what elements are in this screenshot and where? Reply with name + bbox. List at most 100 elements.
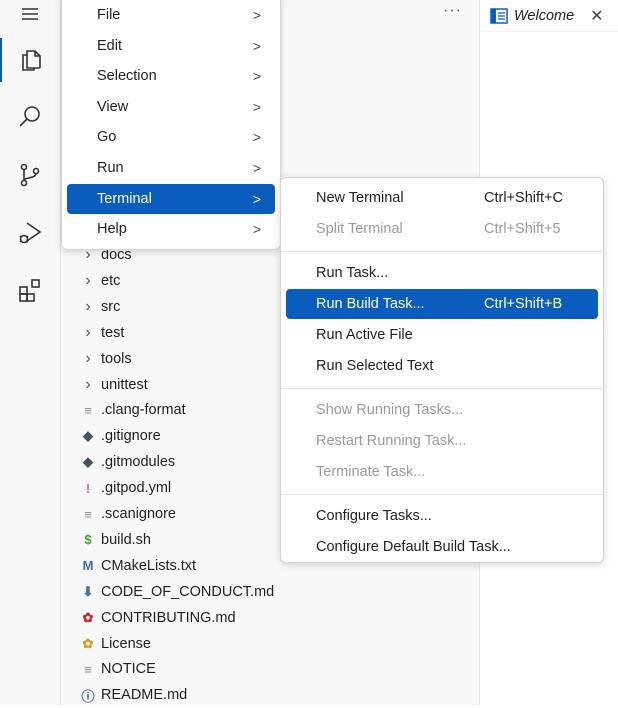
submenu-item-label: Run Task... [316,265,389,281]
source-control-icon[interactable] [0,153,60,197]
menu-item-label: Help [97,221,127,238]
close-icon[interactable]: ✕ [590,6,603,26]
file-type-icon: ≡ [84,661,92,677]
submenu-item-label: Configure Default Build Task... [316,539,511,555]
chevron-right-icon: › [85,349,91,367]
file-label: CONTRIBUTING.md [101,609,236,626]
menu-item-terminal[interactable]: Terminal > [67,183,275,214]
activity-bar [0,0,61,705]
chevron-right-icon: › [85,323,91,341]
submenu-item[interactable]: Run Task... [286,258,598,288]
extensions-icon[interactable] [0,268,60,312]
file-label: CMakeLists.txt [101,557,197,574]
menu-separator [281,388,603,389]
keyboard-shortcut: Ctrl+Shift+B [484,296,563,312]
menu-item-run[interactable]: Run > [67,153,275,183]
menu-item-label: Terminal [97,190,152,207]
explorer-icon[interactable] [0,38,60,82]
menu-separator [281,251,603,252]
menu-item-label: Edit [97,37,122,54]
file-type-icon: ✿ [82,635,94,651]
menu-item-label: Selection [97,68,157,85]
chevron-right-icon: > [252,221,261,238]
folder-label: test [101,324,125,341]
menu-item-help[interactable]: Help > [67,214,275,244]
chevron-right-icon: › [85,297,91,315]
main-menu: File > Edit > Selection > View > Go > Run > Terminal… [61,0,281,250]
tab-welcome[interactable]: Welcome ✕ [480,0,618,32]
submenu-item-label: Restart Running Task... [316,433,467,449]
file-label: .scanignore [101,506,176,522]
menu-item-label: View [97,98,129,115]
submenu-item[interactable]: New Terminal Ctrl+Shift+C [286,183,598,213]
chevron-right-icon: › [85,271,91,289]
keyboard-shortcut: Ctrl+Shift+C [484,190,563,206]
submenu-item: Split Terminal Ctrl+Shift+5 [286,214,598,244]
chevron-right-icon: > [252,7,261,23]
file-type-icon: ≡ [84,506,92,522]
submenu-item-label: Split Terminal [316,221,403,237]
folder-label: etc [101,272,121,289]
menu-item-label: File [97,7,121,23]
tab-title: Welcome [514,7,575,24]
submenu-item[interactable]: Run Build Task... Ctrl+Shift+B [286,289,598,319]
file-label: .gitignore [101,428,161,445]
keyboard-shortcut: Ctrl+Shift+5 [484,221,561,237]
menu-item-view[interactable]: View > [67,92,275,122]
menu-item-go[interactable]: Go > [67,122,275,152]
file-type-icon: $ [84,532,92,548]
submenu-item[interactable]: Run Selected Text [286,351,598,381]
submenu-item: Restart Running Task... [286,426,598,456]
submenu-item[interactable]: Configure Tasks... [286,501,598,531]
submenu-item-label: Show Running Tasks... [316,402,464,418]
submenu-item: Terminate Task... [286,457,598,487]
chevron-right-icon: > [252,68,261,85]
file-label: NOTICE [101,661,156,678]
file-label: build.sh [101,531,151,548]
hamburger-menu-icon[interactable] [0,0,60,36]
chevron-right-icon: > [252,98,261,115]
file-type-icon: ! [85,480,91,496]
chevron-right-icon: > [252,160,261,176]
menu-item-file[interactable]: File > [67,0,275,30]
folder-label: tools [101,350,132,367]
file-label: README.md [101,687,188,704]
menu-item-edit[interactable]: Edit > [67,31,275,61]
more-actions-icon[interactable]: ··· [443,2,462,20]
submenu-item-label: Configure Tasks... [316,508,432,524]
menu-item-selection[interactable]: Selection > [67,61,275,91]
file-item[interactable]: ≡ NOTICE [61,656,479,682]
file-label: .gitmodules [101,454,176,471]
submenu-item-label: Run Active File [316,327,413,343]
submenu-item: Show Running Tasks... [286,395,598,425]
file-item[interactable]: ✿ License [61,631,479,657]
file-label: License [101,635,151,652]
folder-label: src [101,298,121,315]
file-type-icon: ⬇ [82,583,94,599]
submenu-item-label: Run Selected Text [316,358,434,374]
submenu-item[interactable]: Run Active File [286,320,598,350]
search-icon[interactable] [0,95,60,139]
file-type-icon: ◆ [83,454,93,470]
menu-item-label: Run [97,160,124,176]
file-item[interactable]: ✿ CONTRIBUTING.md [61,605,479,631]
file-label: CODE_OF_CONDUCT.md [101,583,275,600]
submenu-item-label: Terminate Task... [316,464,426,480]
file-item[interactable]: ⬇ CODE_OF_CONDUCT.md [61,579,479,605]
chevron-right-icon: > [252,190,261,207]
submenu-item-label: Run Build Task... [316,296,425,312]
file-label: .clang-format [101,402,186,419]
chevron-right-icon: › [85,375,91,393]
submenu-item[interactable]: Configure Default Build Task... [286,532,598,562]
file-type-icon: ⓘ [81,688,95,704]
file-label: .gitpod.yml [101,480,172,497]
file-type-icon: ✿ [82,609,94,625]
run-debug-icon[interactable] [0,210,60,254]
file-type-icon: ◆ [83,428,93,444]
menu-separator [281,494,603,495]
file-type-icon: ≡ [84,402,92,418]
menu-item-label: Go [97,129,117,146]
chevron-right-icon: > [252,129,261,146]
file-item[interactable]: ⓘ README.md [61,682,479,708]
chevron-right-icon: > [252,37,261,54]
